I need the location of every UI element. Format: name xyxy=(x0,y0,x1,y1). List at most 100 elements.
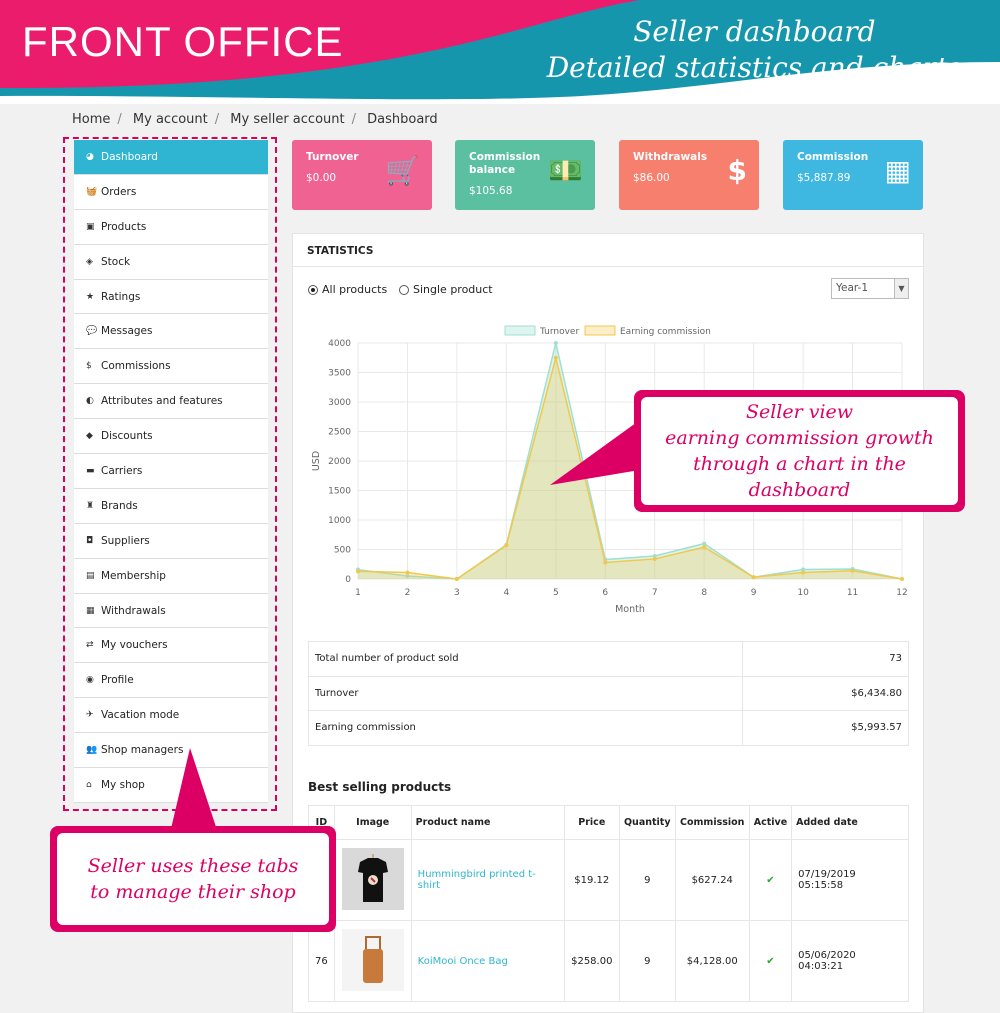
data-point xyxy=(553,341,558,345)
sidebar-item-ratings[interactable]: ★ Ratings xyxy=(74,279,268,315)
radio-single-product[interactable]: Single product xyxy=(399,283,493,296)
x-tick-label: 9 xyxy=(751,588,757,598)
sidebar-item-stock[interactable]: ◈ Stock xyxy=(74,244,268,280)
sidebar-item-membership[interactable]: ▤ Membership xyxy=(74,558,268,594)
x-axis-label: Month xyxy=(615,604,645,615)
sidebar-item-withdrawals[interactable]: ▦ Withdrawals xyxy=(74,593,268,629)
breadcrumb-my-account[interactable]: My account xyxy=(133,112,208,127)
data-point xyxy=(702,545,707,550)
sidebar-item-label: Commissions xyxy=(101,360,171,373)
sidebar-item-label: Carriers xyxy=(101,464,143,477)
callout-text: to manage their shop xyxy=(90,881,296,903)
callout-text: Seller view xyxy=(745,401,854,423)
best-selling-title: Best selling products xyxy=(308,780,452,794)
banner-line-2: Detailed statistics and charts xyxy=(546,51,962,84)
product-name-link[interactable]: KoiMooi Once Bag xyxy=(418,956,508,967)
sidebar-item-dashboard[interactable]: ◕ Dashboard xyxy=(74,140,268,175)
sidebar: ◕ Dashboard 🧺 Orders ▣ Products ◈ Stock ★ Ratings… xyxy=(74,140,268,803)
x-tick-label: 10 xyxy=(797,588,809,598)
table-row: 76 KoiMooi Once Bag $258.00 9 $4,128.00 ✔ 05/0… xyxy=(308,920,909,1002)
sidebar-item-products[interactable]: ▣ Products xyxy=(74,209,268,245)
sidebar-item-label: Dashboard xyxy=(101,150,158,163)
product-id: 76 xyxy=(308,920,335,1002)
card-title: Turnover xyxy=(306,151,359,163)
basket-icon: 🧺 xyxy=(86,186,98,197)
summary-row: Turnover $6,434.80 xyxy=(308,675,909,711)
x-tick-label: 7 xyxy=(652,588,658,598)
summary-label: Earning commission xyxy=(308,710,743,746)
data-point xyxy=(702,541,707,546)
column-header: Commission xyxy=(674,805,750,840)
breadcrumb-seller-account[interactable]: My seller account xyxy=(230,112,344,127)
sidebar-item-attributes-and-features[interactable]: ◐ Attributes and features xyxy=(74,384,268,420)
sidebar-item-orders[interactable]: 🧺 Orders xyxy=(74,174,268,210)
x-tick-label: 6 xyxy=(602,588,608,598)
sidebar-item-label: Profile xyxy=(101,674,134,687)
sidebar-item-suppliers[interactable]: ◘ Suppliers xyxy=(74,523,268,559)
data-point xyxy=(900,577,904,581)
sidebar-item-discounts[interactable]: ◆ Discounts xyxy=(74,419,268,455)
data-point xyxy=(603,560,608,565)
quantity: 9 xyxy=(618,839,676,921)
dollar-icon: $ xyxy=(86,361,92,372)
sidebar-item-label: Vacation mode xyxy=(101,709,180,722)
sidebar-item-commissions[interactable]: $ Commissions xyxy=(74,349,268,385)
user-icon: ◉ xyxy=(86,675,94,686)
card-title: Withdrawals xyxy=(633,151,708,163)
sidebar-item-label: Stock xyxy=(101,255,131,268)
breadcrumb-home[interactable]: Home xyxy=(72,112,110,127)
grid-icon: ▦ xyxy=(884,154,911,187)
product-image[interactable] xyxy=(333,839,412,921)
callout-text: Seller uses these tabs xyxy=(87,855,299,877)
radio-label: Single product xyxy=(413,283,493,296)
legend-label: Turnover xyxy=(539,327,579,337)
sidebar-item-label: Orders xyxy=(101,185,137,198)
check-icon: ✔ xyxy=(748,920,793,1002)
stat-card-commission: Commission $5,887.89 ▦ xyxy=(783,140,923,210)
x-tick-label: 5 xyxy=(553,588,559,598)
callout-pointer xyxy=(170,748,218,833)
check-icon: ✔ xyxy=(748,839,793,921)
sidebar-item-brands[interactable]: ♜ Brands xyxy=(74,488,268,524)
x-tick-label: 2 xyxy=(405,588,411,598)
table-row: Hummingbird printed t-shirt $19.12 9 $627.2… xyxy=(308,839,909,921)
column-header: Active xyxy=(748,805,793,840)
sidebar-item-carriers[interactable]: ▬ Carriers xyxy=(74,454,268,489)
gift-icon: ▣ xyxy=(86,221,95,232)
radio-icon xyxy=(308,284,318,295)
data-point xyxy=(850,568,855,573)
data-point xyxy=(405,570,410,575)
legend-label: Earning commission xyxy=(620,327,711,337)
sidebar-item-my-vouchers[interactable]: ⇄ My vouchers xyxy=(74,628,268,664)
product-image[interactable] xyxy=(333,920,412,1002)
data-point xyxy=(751,575,756,580)
y-tick-label: 1500 xyxy=(328,487,351,497)
y-tick-label: 2000 xyxy=(328,457,351,467)
comment-icon: 💬 xyxy=(86,326,98,337)
sidebar-item-vacation-mode[interactable]: ✈ Vacation mode xyxy=(74,698,268,734)
radio-all-products[interactable]: All products xyxy=(308,283,387,296)
radio-label: All products xyxy=(322,283,388,296)
sidebar-item-profile[interactable]: ◉ Profile xyxy=(74,663,268,699)
product-name-link[interactable]: Hummingbird printed t-shirt xyxy=(418,869,536,891)
summary-row: Earning commission $5,993.57 xyxy=(308,710,909,746)
x-tick-label: 11 xyxy=(847,588,858,598)
home-icon: ⌂ xyxy=(86,779,92,790)
box-icon: ◘ xyxy=(86,535,94,546)
users-icon: 👥 xyxy=(86,745,98,756)
quantity: 9 xyxy=(618,920,676,1002)
data-point xyxy=(652,556,657,561)
commission: $627.24 xyxy=(674,839,750,921)
y-tick-label: 3500 xyxy=(328,369,351,379)
added-date: 05/06/2020 04:03:21 xyxy=(791,920,909,1002)
summary-value: $5,993.57 xyxy=(742,710,909,746)
sidebar-item-label: My shop xyxy=(101,778,145,791)
data-point xyxy=(356,569,360,574)
y-axis-label: USD xyxy=(311,451,322,471)
sidebar-item-messages[interactable]: 💬 Messages xyxy=(74,314,268,350)
callout-text: through a chart in the dashboard xyxy=(693,453,906,501)
y-tick-label: 1000 xyxy=(328,516,351,526)
period-select[interactable]: Year-1 ▼ xyxy=(831,278,909,299)
statistics-title: STATISTICS xyxy=(293,234,923,267)
table-header-row: ID Image Product name Price Quantity Commissi… xyxy=(308,805,909,840)
